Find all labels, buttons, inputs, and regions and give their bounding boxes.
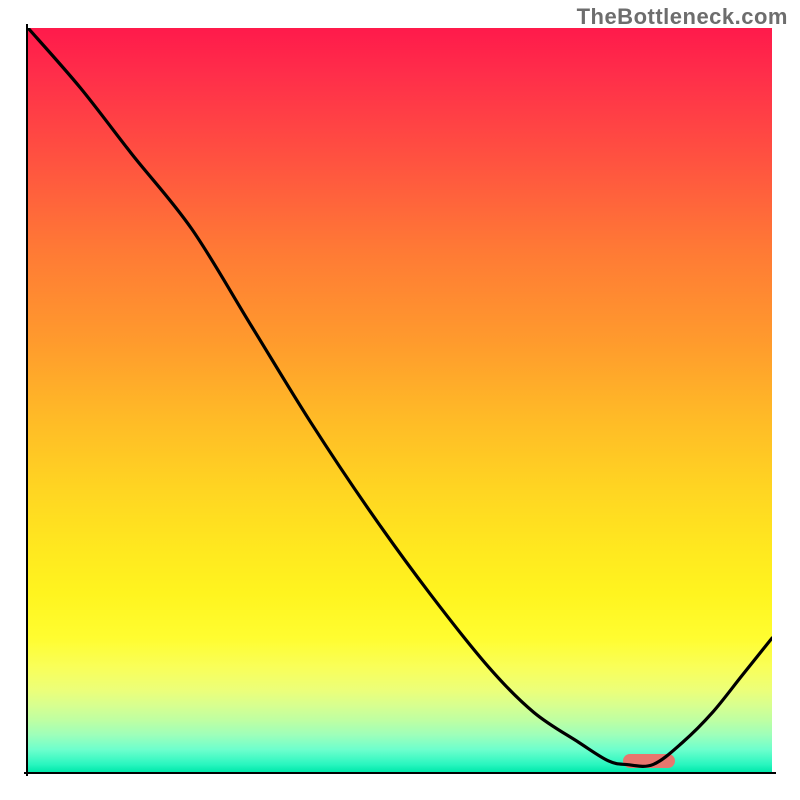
bottleneck-curve (28, 28, 772, 772)
watermark-text: TheBottleneck.com (577, 4, 788, 30)
plot-area (28, 28, 772, 772)
x-axis (24, 772, 776, 774)
